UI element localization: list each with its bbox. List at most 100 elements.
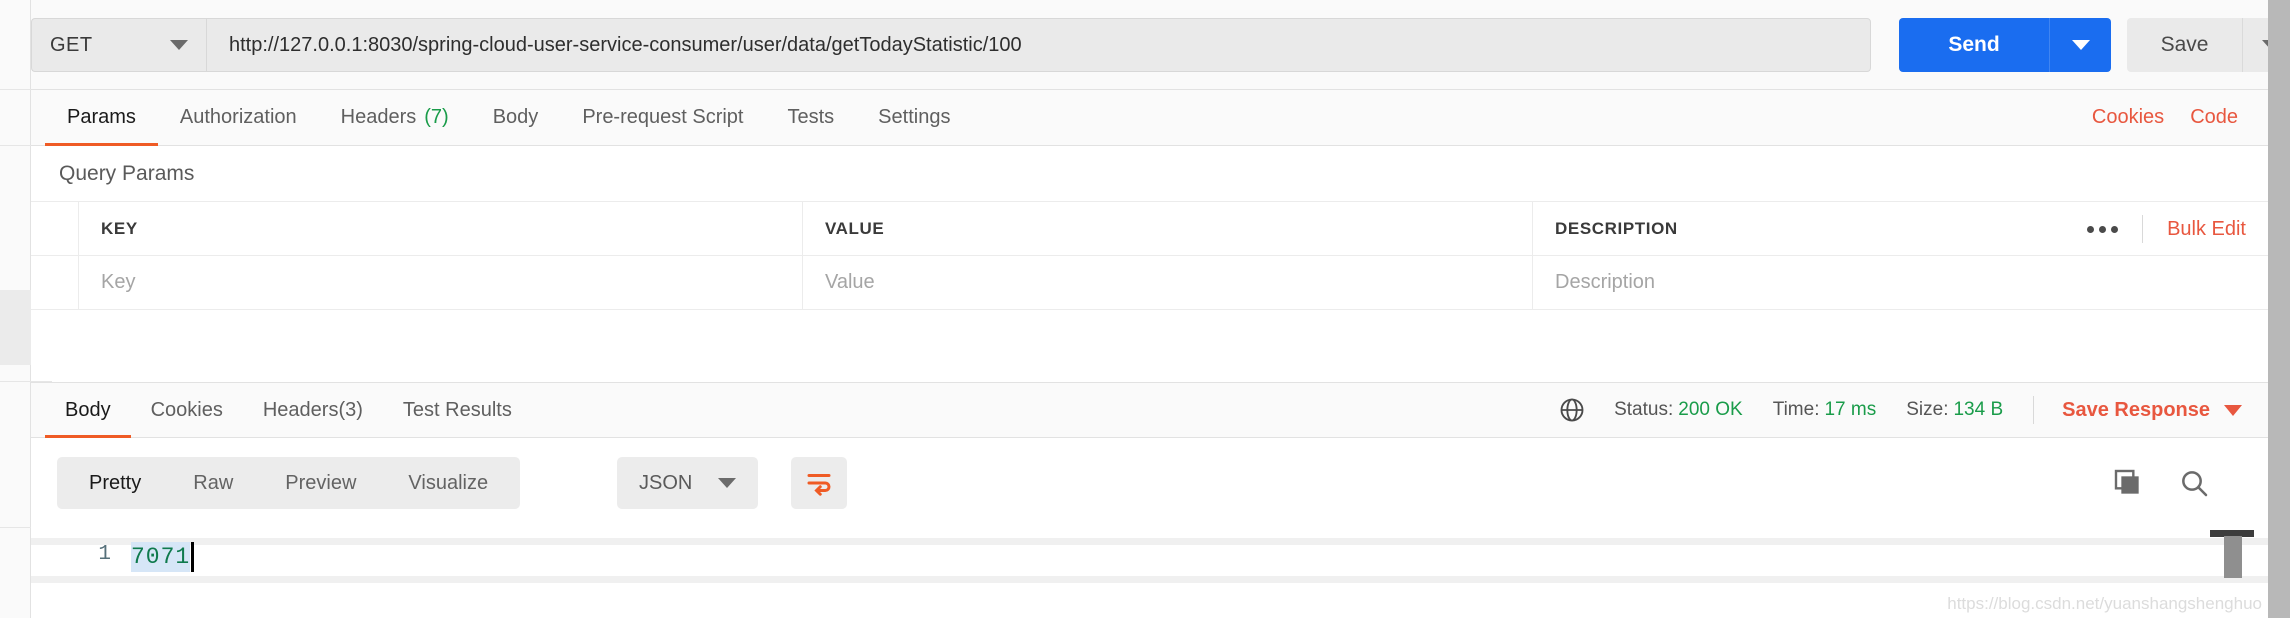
send-options-button[interactable] [2049, 18, 2111, 72]
status-label: Status: [1614, 399, 1673, 420]
tab-label: Cookies [151, 399, 223, 422]
time-badge: Time:17 ms [1773, 399, 1877, 421]
response-headers-count-badge: (3) [338, 399, 362, 422]
request-tab-bar: Params Authorization Headers (7) Body Pr… [31, 90, 2268, 146]
more-options-icon[interactable] [2063, 226, 2142, 233]
copy-icon[interactable] [2112, 467, 2144, 499]
tab-label: Pre-request Script [582, 106, 743, 129]
column-label: VALUE [825, 219, 884, 239]
text-cursor [191, 542, 194, 572]
table-header-actions: Bulk Edit [2063, 202, 2246, 256]
query-params-table: KEY VALUE DESCRIPTION Bulk Edit Key Valu… [31, 202, 2268, 310]
bulk-edit-button[interactable]: Bulk Edit [2143, 218, 2246, 241]
size-label: Size: [1906, 399, 1948, 420]
editor-vertical-scrollbar[interactable] [2224, 536, 2242, 578]
tab-label: Params [67, 106, 136, 129]
value-input-placeholder: Value [825, 271, 875, 294]
column-header-description: DESCRIPTION Bulk Edit [1533, 202, 2268, 255]
column-label: DESCRIPTION [1555, 219, 1678, 239]
content-type-label: JSON [639, 472, 692, 495]
response-status-bar: Status:200 OK Time:17 ms Size:134 B Save… [1558, 396, 2268, 424]
tab-label: Tests [787, 106, 834, 129]
editor-row-stripe [31, 576, 2268, 583]
word-wrap-icon [804, 468, 834, 498]
tab-label: Headers [341, 106, 417, 129]
time-label: Time: [1773, 399, 1820, 420]
response-tab-test-results[interactable]: Test Results [383, 382, 532, 438]
format-visualize[interactable]: Visualize [382, 457, 514, 509]
format-raw[interactable]: Raw [167, 457, 259, 509]
url-input[interactable]: http://127.0.0.1:8030/spring-cloud-user-… [206, 18, 1871, 72]
table-header-row: KEY VALUE DESCRIPTION Bulk Edit [31, 202, 2268, 256]
key-input-cell[interactable]: Key [79, 256, 803, 309]
tab-label: Headers [263, 399, 339, 422]
word-wrap-button[interactable] [791, 457, 847, 509]
globe-icon[interactable] [1558, 396, 1586, 424]
column-label: KEY [101, 219, 138, 239]
cookies-link[interactable]: Cookies [2092, 106, 2164, 129]
send-button[interactable]: Send [1899, 18, 2049, 72]
tab-tests[interactable]: Tests [765, 90, 856, 146]
tab-body[interactable]: Body [471, 90, 561, 146]
save-button[interactable]: Save [2127, 18, 2242, 72]
sidebar-highlight-block [0, 290, 31, 365]
status-badge: Status:200 OK [1614, 399, 1743, 421]
size-badge: Size:134 B [1906, 399, 2003, 421]
column-header-value: VALUE [803, 202, 1533, 255]
query-params-title: Query Params [31, 146, 2268, 202]
response-tab-headers[interactable]: Headers (3) [243, 382, 383, 438]
response-tab-cookies[interactable]: Cookies [131, 382, 243, 438]
response-body-actions [2112, 457, 2210, 509]
window-right-scrollbar[interactable] [2268, 0, 2290, 618]
chevron-down-icon [718, 478, 736, 488]
response-body-editor[interactable]: 1 7071 [31, 528, 2268, 618]
tab-settings[interactable]: Settings [856, 90, 972, 146]
save-response-label: Save Response [2062, 399, 2210, 422]
response-body-toolbar: Pretty Raw Preview Visualize JSON [31, 438, 2268, 528]
select-all-checkbox-cell[interactable] [31, 202, 79, 255]
chevron-down-icon [2072, 40, 2090, 50]
size-value: 134 B [1953, 399, 2003, 420]
search-icon[interactable] [2178, 467, 2210, 499]
tab-label: Settings [878, 106, 950, 129]
line-number: 1 [31, 543, 111, 566]
editor-row-stripe [31, 538, 2268, 545]
chevron-down-icon [170, 40, 188, 50]
value-input-cell[interactable]: Value [803, 256, 1533, 309]
left-sidebar-edge [0, 0, 31, 618]
divider [2033, 396, 2034, 424]
column-header-key: KEY [79, 202, 803, 255]
description-input-placeholder: Description [1555, 271, 1655, 294]
request-tab-links: Cookies Code [2092, 106, 2268, 129]
row-checkbox-cell[interactable] [31, 256, 79, 309]
tab-pre-request-script[interactable]: Pre-request Script [560, 90, 765, 146]
time-value: 17 ms [1824, 399, 1876, 420]
table-row: Key Value Description [31, 256, 2268, 310]
response-body-value: 7071 [131, 542, 190, 572]
headers-count-badge: (7) [424, 106, 448, 129]
http-method-label: GET [50, 34, 93, 57]
save-response-button[interactable]: Save Response [2062, 399, 2242, 422]
content-type-dropdown[interactable]: JSON [617, 457, 758, 509]
tab-params[interactable]: Params [45, 90, 158, 146]
tab-label: Body [65, 399, 111, 422]
postman-window: GET http://127.0.0.1:8030/spring-cloud-u… [0, 0, 2290, 618]
tab-headers[interactable]: Headers (7) [319, 90, 471, 146]
response-format-switch: Pretty Raw Preview Visualize [57, 457, 520, 509]
code-line[interactable]: 7071 [131, 540, 194, 574]
key-input-placeholder: Key [101, 271, 135, 294]
response-tab-bar: Body Cookies Headers (3) Test Results St… [31, 382, 2268, 438]
code-link[interactable]: Code [2190, 106, 2238, 129]
response-tab-body[interactable]: Body [45, 382, 131, 438]
format-preview[interactable]: Preview [259, 457, 382, 509]
tab-label: Authorization [180, 106, 297, 129]
tab-authorization[interactable]: Authorization [158, 90, 319, 146]
http-method-dropdown[interactable]: GET [31, 18, 206, 72]
status-value: 200 OK [1678, 399, 1742, 420]
format-pretty[interactable]: Pretty [63, 457, 167, 509]
description-input-cell[interactable]: Description [1533, 256, 2268, 309]
chevron-down-icon [2224, 405, 2242, 416]
request-url-bar: GET http://127.0.0.1:8030/spring-cloud-u… [31, 0, 2268, 90]
watermark-text: https://blog.csdn.net/yuanshangshenghuo [1947, 594, 2262, 614]
tab-label: Body [493, 106, 539, 129]
